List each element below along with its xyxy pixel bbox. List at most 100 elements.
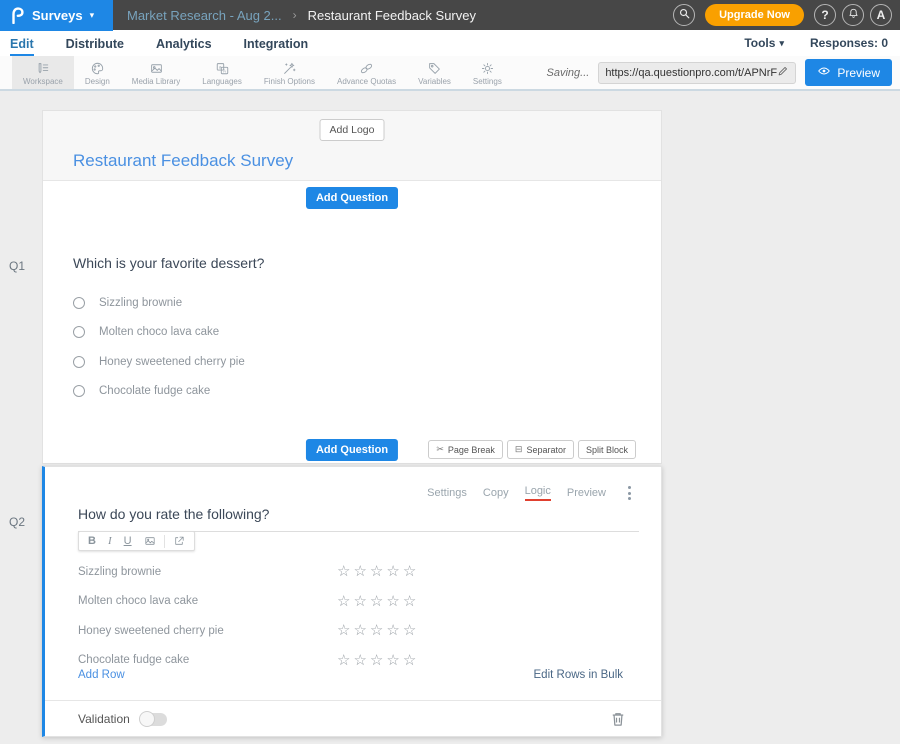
edit-pencil-icon[interactable] [777,64,789,82]
toolbar-item-settings[interactable]: Settings [462,56,513,89]
radio-icon[interactable] [73,385,85,397]
toolbar-item-advance-quotas[interactable]: Advance Quotas [326,56,407,89]
validation-toggle[interactable] [140,713,167,726]
star-icon[interactable]: ☆ [370,623,383,638]
avatar[interactable]: A [870,4,892,26]
star-icon[interactable]: ☆ [386,623,399,638]
star-icon[interactable]: ☆ [353,564,366,579]
responses-count[interactable]: Responses: 0 [810,36,888,50]
star-icon[interactable]: ☆ [403,564,416,579]
topbar-actions: Upgrade Now ? A [673,4,900,26]
star-icon[interactable]: ☆ [403,623,416,638]
survey-header: Add Logo Restaurant Feedback Survey [43,111,661,181]
tools-menu[interactable]: Tools [744,36,784,50]
variables-icon [427,61,442,76]
star-icon[interactable]: ☆ [370,653,383,668]
q1-option: Chocolate fudge cake [73,377,631,407]
insert-link-button[interactable] [167,535,191,547]
tab-analytics[interactable]: Analytics [156,30,212,56]
q1-option: Sizzling brownie [73,288,631,318]
notifications-button[interactable] [842,4,864,26]
star-icon[interactable]: ☆ [386,564,399,579]
preview-button[interactable]: Preview [805,59,892,86]
star-icon[interactable]: ☆ [370,594,383,609]
divider [45,700,661,701]
star-icon[interactable]: ☆ [337,653,350,668]
tab-distribute[interactable]: Distribute [66,30,124,56]
block-footer: Add Question ✂Page Break⊟SeparatorSplit … [43,439,661,459]
chevron-down-icon [90,6,95,24]
survey-nav: Edit Distribute Analytics Integration Tools… [0,30,900,56]
star-icon[interactable]: ☆ [386,653,399,668]
search-button[interactable] [673,4,695,26]
rating-row: Molten choco lava cake☆☆☆☆☆ [78,587,639,617]
q1-question-block: Which is your favorite dessert? Sizzling… [43,215,661,406]
separator-button[interactable]: ⊟Separator [507,440,574,459]
star-icon[interactable]: ☆ [403,594,416,609]
upgrade-now-button[interactable]: Upgrade Now [705,4,804,26]
radio-icon[interactable] [73,326,85,338]
add-logo-button[interactable]: Add Logo [320,119,385,141]
saving-status: Saving... [547,67,590,79]
breadcrumb-separator-icon: › [293,8,297,22]
block-actions: ✂Page Break⊟SeparatorSplit Block [428,440,636,459]
q1-question-text[interactable]: Which is your favorite dessert? [73,255,631,271]
breadcrumb-folder[interactable]: Market Research - Aug 2... [127,8,282,23]
q2-question-field[interactable]: How do you rate the following? [78,506,639,532]
split-block-button[interactable]: Split Block [578,440,636,459]
trash-icon [611,711,625,727]
add-row-link[interactable]: Add Row [78,669,125,681]
add-question-button-bottom[interactable]: Add Question [306,439,398,461]
toolbar-item-variables[interactable]: Variables [407,56,462,89]
image-icon [144,535,156,547]
toolbar-item-workspace[interactable]: Workspace [12,56,74,89]
star-rating: ☆☆☆☆☆ [337,564,416,579]
toolbar-item-design[interactable]: Design [74,56,121,89]
star-icon[interactable]: ☆ [337,623,350,638]
italic-button[interactable]: I [102,535,118,547]
survey-url-field[interactable]: https://qa.questionpro.com/t/APNrFZgS [598,62,796,84]
surveys-menu[interactable]: Surveys [0,0,113,31]
add-question-button-top[interactable]: Add Question [306,187,398,209]
survey-title[interactable]: Restaurant Feedback Survey [73,151,293,171]
q2-menu-logic[interactable]: Logic [525,485,551,501]
star-rating: ☆☆☆☆☆ [337,594,416,609]
star-icon[interactable]: ☆ [353,623,366,638]
toolbar-item-languages[interactable]: aALanguages [191,56,253,89]
toolbar-item-media-library[interactable]: Media Library [121,56,191,89]
q2-row-links: Add Row Edit Rows in Bulk [78,669,623,681]
bold-button[interactable]: B [82,535,102,547]
q2-rating-rows: Sizzling brownie☆☆☆☆☆Molten choco lava c… [78,557,639,675]
toolbar-item-finish-options[interactable]: Finish Options [253,56,326,89]
languages-icon: aA [215,61,230,76]
q2-menu: Settings Copy Logic Preview [427,484,635,502]
q2-menu-copy[interactable]: Copy [483,487,509,499]
q2-menu-settings[interactable]: Settings [427,487,467,499]
nav-tabs: Edit Distribute Analytics Integration [10,30,340,56]
help-button[interactable]: ? [814,4,836,26]
tab-integration[interactable]: Integration [244,30,309,56]
underline-button[interactable]: U [118,535,138,547]
radio-icon[interactable] [73,356,85,368]
star-icon[interactable]: ☆ [337,564,350,579]
tab-edit[interactable]: Edit [10,30,34,56]
q1-option: Honey sweetened cherry pie [73,347,631,377]
breadcrumb-survey-name[interactable]: Restaurant Feedback Survey [308,8,476,23]
q2-menu-preview[interactable]: Preview [567,487,606,499]
star-icon[interactable]: ☆ [353,653,366,668]
edit-rows-in-bulk-link[interactable]: Edit Rows in Bulk [534,669,623,681]
delete-question-button[interactable] [611,711,625,727]
star-icon[interactable]: ☆ [386,594,399,609]
insert-image-button[interactable] [138,535,162,547]
star-icon[interactable]: ☆ [370,564,383,579]
star-icon[interactable]: ☆ [337,594,350,609]
page-break-button[interactable]: ✂Page Break [428,440,503,459]
star-icon[interactable]: ☆ [403,653,416,668]
star-rating: ☆☆☆☆☆ [337,623,416,638]
product-label: Surveys [32,8,83,23]
breadcrumb: Market Research - Aug 2... › Restaurant … [127,8,476,23]
more-options-icon[interactable] [624,484,635,502]
radio-icon[interactable] [73,297,85,309]
star-icon[interactable]: ☆ [353,594,366,609]
chevron-down-icon [779,36,784,50]
